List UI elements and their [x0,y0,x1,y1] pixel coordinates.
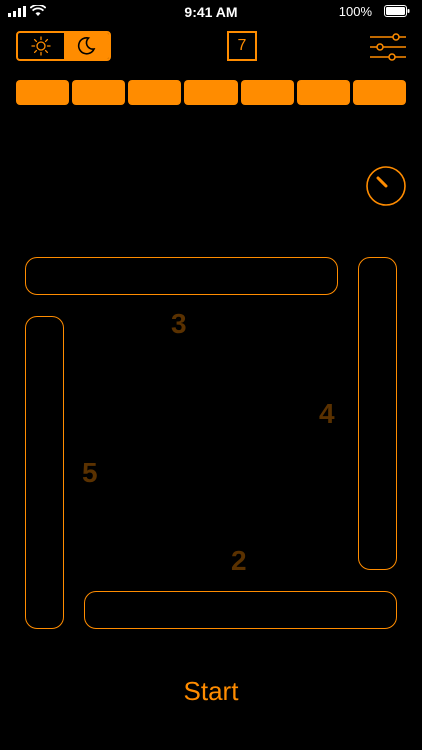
theme-toggle[interactable] [16,31,111,61]
battery-percent: 100% [338,4,372,19]
board-bar-top[interactable] [25,257,338,295]
progress-segment [184,80,238,105]
moon-icon [78,37,96,55]
progress-segment [296,80,350,105]
board-bar-bottom[interactable] [84,591,397,629]
sun-icon [31,36,51,56]
light-mode-option[interactable] [18,33,64,59]
sliders-icon[interactable] [370,33,406,61]
start-button[interactable]: Start [0,676,422,707]
battery-icon [384,5,410,17]
progress-segment [72,80,126,105]
board-bar-right[interactable] [358,257,397,570]
board-label-bottom: 2 [231,545,247,576]
level-number: 7 [237,37,247,54]
board-label-left: 5 [82,457,98,488]
progress-segment [352,80,406,105]
board-label-top: 3 [171,308,187,339]
progress-segment [128,80,182,105]
progress-segment [240,80,294,105]
level-badge: 7 [227,31,257,61]
status-bar: 9:41 AM 100% [0,0,422,22]
timer-icon[interactable] [365,165,407,207]
board-label-right: 4 [319,398,335,429]
dark-mode-option[interactable] [63,33,109,59]
progress-bar [16,80,406,105]
board-bar-left[interactable] [25,316,64,629]
progress-segment [16,80,70,105]
